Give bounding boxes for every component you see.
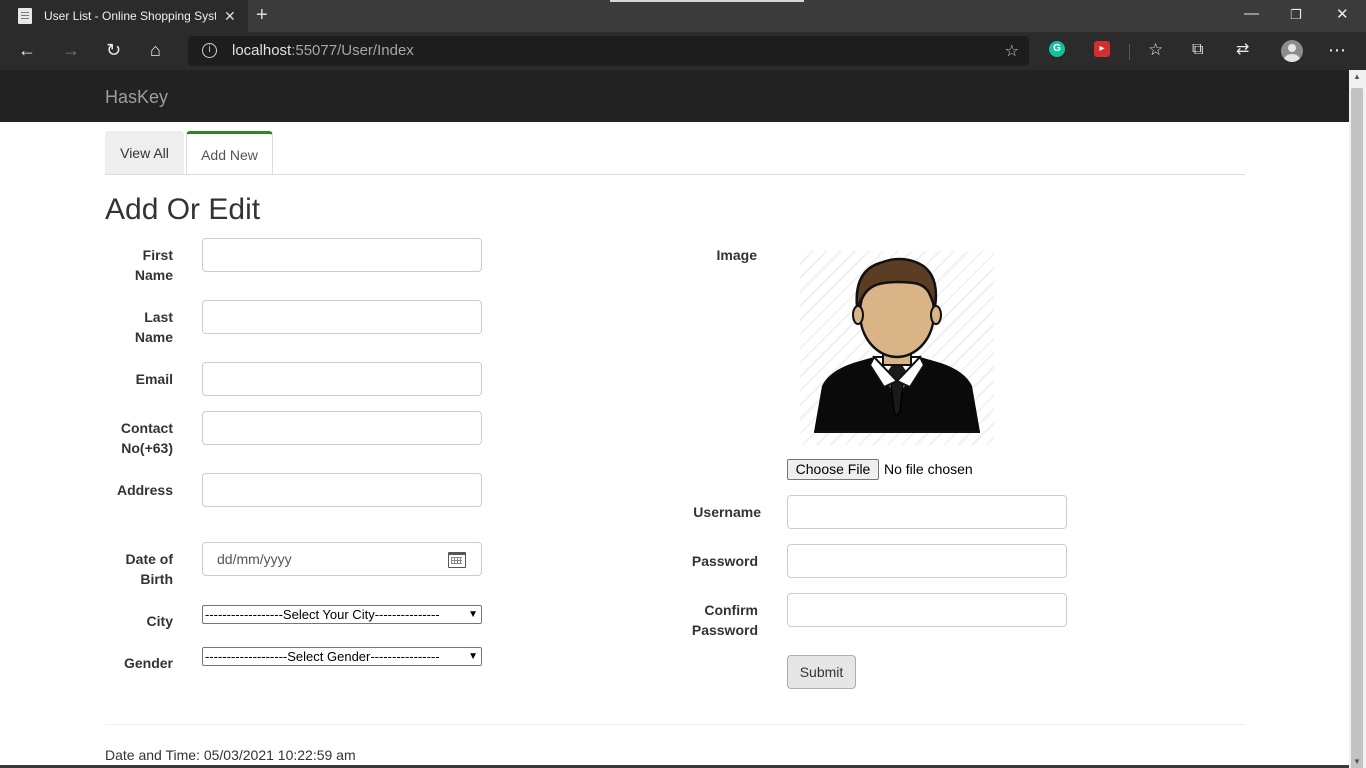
video-extension-icon[interactable]: ▸ [1094,41,1110,57]
grammarly-extension-icon[interactable]: G [1049,41,1065,57]
submit-button[interactable]: Submit [787,655,856,689]
contact-input[interactable] [202,411,482,445]
email-input[interactable] [202,362,482,396]
new-tab-icon[interactable]: + [256,4,268,26]
contact-label: Contact No(+63) [120,420,173,456]
last-name-input[interactable] [202,300,482,334]
add-favorite-icon[interactable]: ☆ [1005,41,1019,61]
reload-icon[interactable]: ↻ [106,40,121,60]
gender-selected-value: -------------------Select Gender--------… [205,649,440,664]
window-close-icon[interactable]: ✕ [1336,5,1349,23]
dob-placeholder: dd/mm/yyyy [217,551,292,567]
calendar-icon[interactable] [448,552,466,568]
chevron-down-icon: ▼ [468,651,478,662]
password-label: Password [691,553,758,569]
browser-toolbar: ← → ↻ ⌂ i localhost:55077/User/Index ☆ G… [0,32,1366,70]
city-select[interactable]: ------------------Select Your City------… [202,605,482,624]
image-label: Image [716,247,757,263]
city-label: City [146,613,173,629]
scroll-down-icon[interactable]: ▼ [1353,757,1361,766]
businessman-avatar-icon [814,257,980,433]
email-label: Email [135,371,173,387]
collections-icon[interactable]: ⧉ [1192,40,1203,60]
more-menu-icon[interactable]: ⋯ [1328,40,1346,60]
browser-titlebar: User List - Online Shopping Syste ✕ + — … [0,0,1366,32]
page-icon [18,8,32,24]
username-input[interactable] [787,495,1067,529]
site-navbar: HasKey [0,70,1349,122]
username-label: Username [693,504,761,520]
minimize-icon[interactable]: — [1244,5,1259,22]
page-scrollbar[interactable]: ▲ ▼ [1349,70,1366,768]
gender-select[interactable]: -------------------Select Gender--------… [202,647,482,666]
forward-icon[interactable]: → [62,40,80,60]
footer-divider [105,724,1245,725]
share-icon[interactable]: ⇄ [1236,40,1249,60]
tab-view-all[interactable]: View All [105,131,184,174]
last-name-label: Last Name [134,309,173,345]
favorites-icon[interactable]: ☆ [1148,40,1163,60]
address-input[interactable] [202,473,482,507]
dob-label: Date of Birth [125,551,173,587]
gender-label: Gender [123,655,173,671]
first-name-input[interactable] [202,238,482,272]
first-name-label: First Name [134,247,173,283]
browser-tab-title: User List - Online Shopping Syste [44,9,216,23]
address-bar[interactable]: i localhost:55077/User/Index ☆ [188,36,1029,66]
file-status-text: No file chosen [884,461,973,477]
tab-add-new[interactable]: Add New [186,131,273,175]
address-label: Address [116,482,173,498]
profile-image-preview [800,251,994,445]
profile-avatar-icon[interactable] [1281,40,1303,62]
confirm-password-input[interactable] [787,593,1067,627]
tabs-divider [105,174,1245,175]
back-icon[interactable]: ← [18,40,36,60]
scroll-thumb[interactable] [1351,88,1363,768]
site-info-icon[interactable]: i [202,43,217,58]
password-input[interactable] [787,544,1067,578]
home-icon[interactable]: ⌂ [150,40,161,60]
url-text: localhost:55077/User/Index [232,42,414,59]
choose-file-button[interactable]: Choose File [787,459,879,480]
title-drag-indicator [610,0,804,2]
city-selected-value: ------------------Select Your City------… [205,607,440,622]
chevron-down-icon: ▼ [468,609,478,620]
scroll-up-icon[interactable]: ▲ [1353,72,1361,81]
form-title: Add Or Edit [105,193,261,226]
footer-datetime: Date and Time: 05/03/2021 10:22:59 am [105,747,356,763]
site-brand[interactable]: HasKey [105,87,168,108]
restore-icon[interactable]: ❐ [1290,7,1302,23]
close-tab-icon[interactable]: ✕ [224,8,236,25]
browser-tab[interactable]: User List - Online Shopping Syste ✕ [0,0,248,32]
confirm-password-label: Confirm Password [691,602,758,638]
toolbar-divider [1129,44,1130,60]
dob-input[interactable]: dd/mm/yyyy [202,542,482,576]
